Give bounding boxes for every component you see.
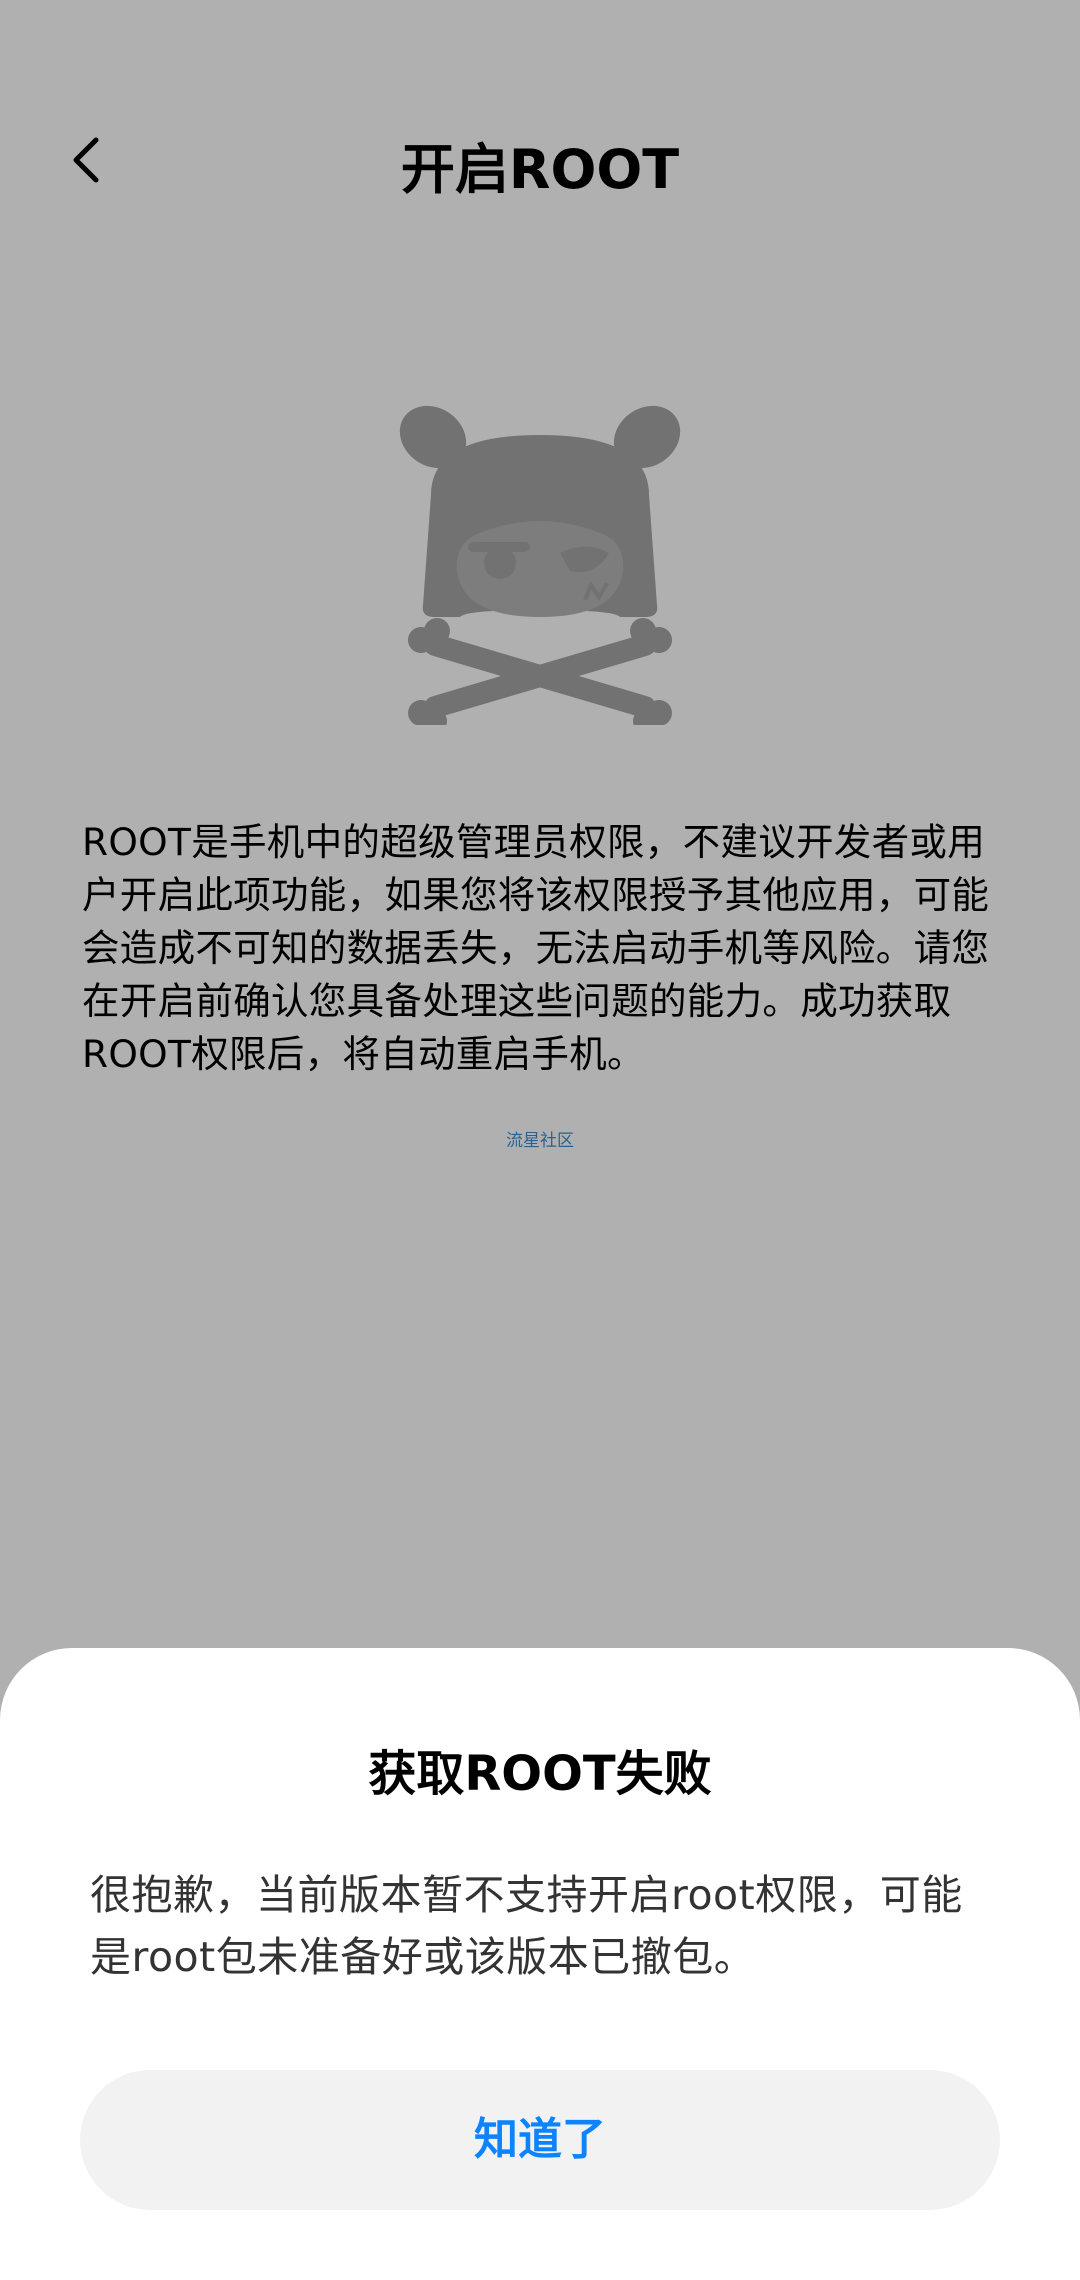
root-failed-dialog: 获取ROOT失败 很抱歉，当前版本暂不支持开启root权限，可能是root包未准… bbox=[0, 1648, 1080, 2280]
dialog-title: 获取ROOT失败 bbox=[368, 1746, 712, 1802]
got-it-button[interactable]: 知道了 bbox=[80, 2070, 1000, 2210]
dialog-message: 很抱歉，当前版本暂不支持开启root权限，可能是root包未准备好或该版本已撤包… bbox=[90, 1871, 963, 1981]
got-it-button-label: 知道了 bbox=[474, 2114, 606, 2165]
